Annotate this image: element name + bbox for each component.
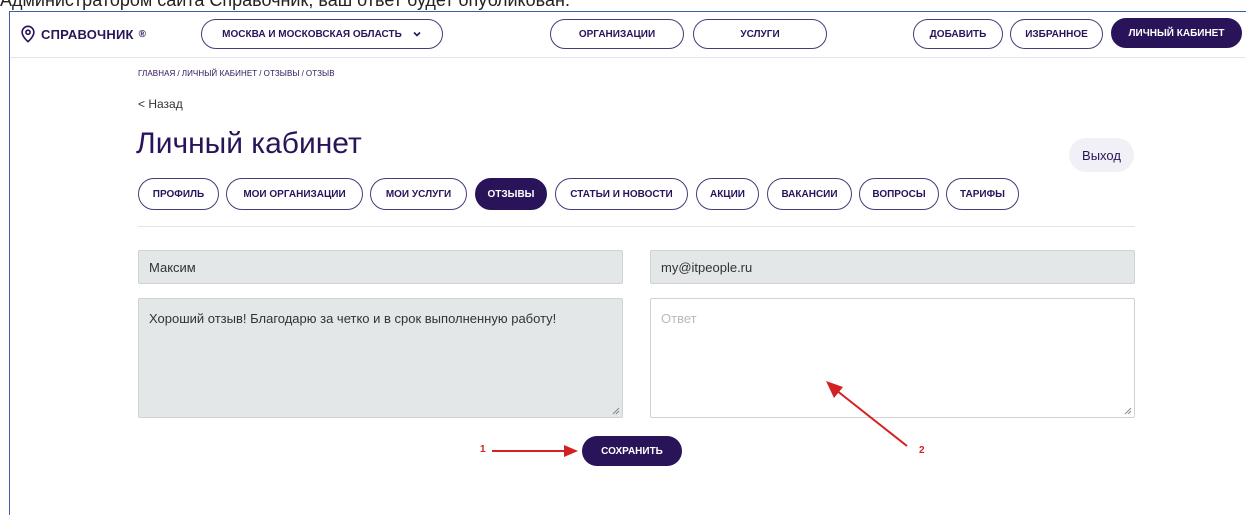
answer-textarea[interactable]: Ответ (650, 298, 1135, 418)
tab-articles-news[interactable]: СТАТЬИ И НОВОСТИ (555, 178, 688, 210)
breadcrumb: ГЛАВНАЯ / ЛИЧНЫЙ КАБИНЕТ / ОТЗЫВЫ / ОТЗЫВ (138, 69, 335, 78)
save-button[interactable]: СОХРАНИТЬ (582, 436, 682, 466)
tab-label: ОТЗЫВЫ (487, 188, 535, 200)
region-select[interactable]: МОСКВА И МОСКОВСКАЯ ОБЛАСТЬ (201, 19, 443, 49)
review-textarea[interactable]: Хороший отзыв! Благодарю за четко и в ср… (138, 298, 623, 418)
personal-cabinet-button[interactable]: ЛИЧНЫЙ КАБИНЕТ (1111, 18, 1242, 48)
site-logo[interactable]: СПРАВОЧНИК ® (19, 22, 146, 46)
region-select-label: МОСКВА И МОСКОВСКАЯ ОБЛАСТЬ (222, 28, 402, 40)
add-button-label: ДОБАВИТЬ (929, 28, 987, 40)
tab-promotions[interactable]: АКЦИИ (696, 178, 759, 210)
tab-my-services[interactable]: МОИ УСЛУГИ (370, 178, 467, 210)
back-link[interactable]: < Назад (138, 97, 183, 111)
tab-label: ПРОФИЛЬ (152, 188, 205, 200)
tab-label: СТАТЬИ И НОВОСТИ (570, 188, 673, 200)
logout-button[interactable]: Выход (1069, 138, 1134, 172)
nav-services[interactable]: УСЛУГИ (693, 19, 827, 49)
nav-services-label: УСЛУГИ (740, 28, 780, 40)
breadcrumb-reviews[interactable]: ОТЗЫВЫ (264, 69, 300, 78)
personal-cabinet-label: ЛИЧНЫЙ КАБИНЕТ (1128, 27, 1225, 39)
annotation-label-2: 2 (919, 445, 925, 456)
logo-text: СПРАВОЧНИК (41, 26, 134, 42)
tab-label: МОИ ОРГАНИЗАЦИИ (243, 188, 346, 200)
tab-label: ВОПРОСЫ (872, 188, 926, 200)
annotation-label-1: 1 (480, 444, 486, 455)
breadcrumb-home[interactable]: ГЛАВНАЯ (138, 69, 175, 78)
email-field[interactable]: my@itpeople.ru (650, 250, 1135, 284)
logo-registered-mark: ® (138, 28, 147, 40)
favorites-button[interactable]: ИЗБРАННОЕ (1010, 19, 1103, 49)
location-pin-icon (21, 25, 35, 43)
nav-organizations[interactable]: ОРГАНИЗАЦИИ (550, 19, 684, 49)
nav-organizations-label: ОРГАНИЗАЦИИ (578, 28, 656, 40)
tab-label: МОИ УСЛУГИ (385, 188, 452, 200)
review-text: Хороший отзыв! Благодарю за четко и в ср… (149, 311, 557, 326)
tab-tariffs[interactable]: ТАРИФЫ (946, 178, 1019, 210)
tab-questions[interactable]: ВОПРОСЫ (859, 178, 939, 210)
tab-label: АКЦИИ (709, 188, 745, 200)
favorites-button-label: ИЗБРАННОЕ (1025, 28, 1088, 40)
name-field[interactable]: Максим (138, 250, 623, 284)
tab-profile[interactable]: ПРОФИЛЬ (138, 178, 219, 210)
breadcrumb-cabinet[interactable]: ЛИЧНЫЙ КАБИНЕТ (182, 69, 258, 78)
chevron-down-icon (413, 31, 421, 37)
section-divider (138, 226, 1135, 227)
email-field-value: my@itpeople.ru (661, 259, 753, 275)
resize-handle-icon[interactable] (1124, 407, 1132, 415)
tab-label: ТАРИФЫ (960, 188, 1005, 200)
answer-placeholder: Ответ (661, 311, 697, 326)
tab-vacancies[interactable]: ВАКАНСИИ (767, 178, 852, 210)
tab-reviews[interactable]: ОТЗЫВЫ (475, 178, 547, 210)
tab-label: ВАКАНСИИ (781, 188, 838, 200)
add-button[interactable]: ДОБАВИТЬ (913, 19, 1003, 49)
tab-my-organizations[interactable]: МОИ ОРГАНИЗАЦИИ (226, 178, 363, 210)
breadcrumb-current: ОТЗЫВ (305, 69, 335, 78)
top-caption: Администратором сайта Справочник, ваш от… (0, 0, 570, 10)
page-title: Личный кабинет (136, 127, 362, 160)
resize-handle-icon[interactable] (612, 407, 620, 415)
name-field-value: Максим (149, 259, 196, 275)
